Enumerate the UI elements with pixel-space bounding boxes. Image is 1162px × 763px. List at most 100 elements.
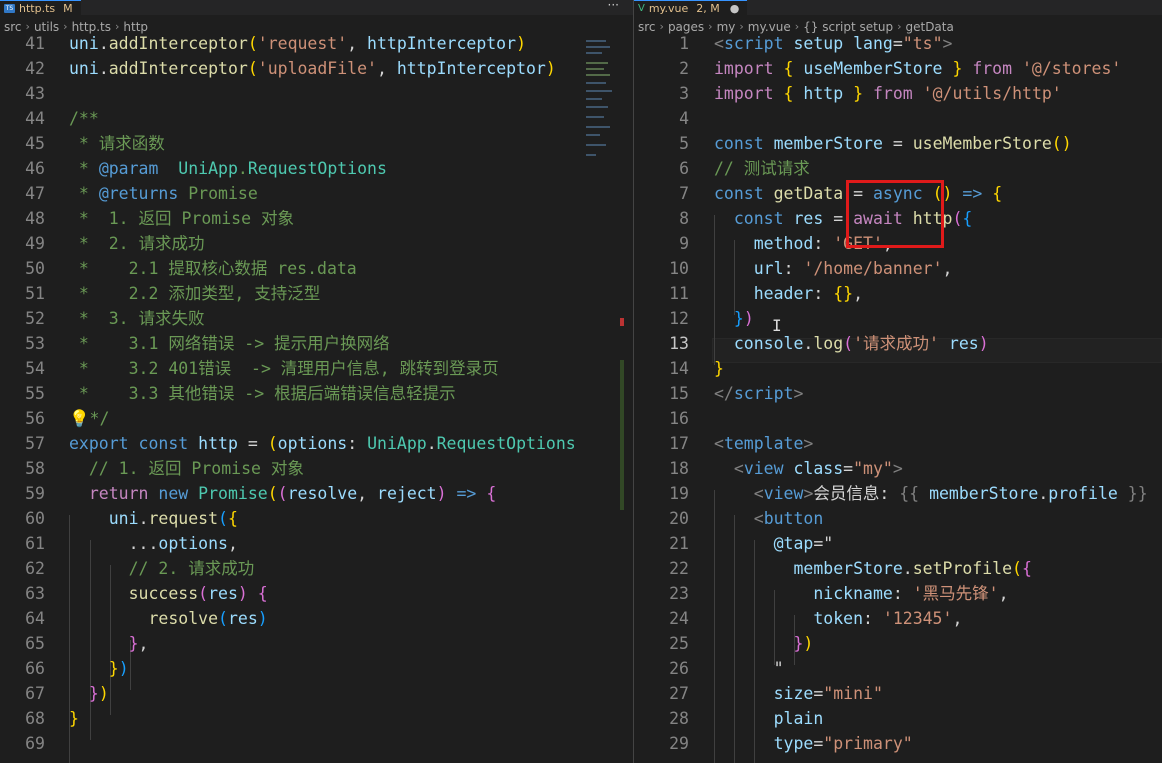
code-token: ): [978, 334, 989, 353]
code-line[interactable]: 13 console.log('请求成功' res): [634, 331, 1162, 356]
code-line[interactable]: 53 * 3.1 网络错误 -> 提示用户换网络: [0, 331, 633, 356]
code-line[interactable]: 51 * 2.2 添加类型, 支持泛型: [0, 281, 633, 306]
code-token: uni: [69, 34, 99, 53]
code-token: const: [714, 134, 764, 153]
lightbulb-icon[interactable]: 💡: [69, 409, 90, 428]
code-line[interactable]: 52 * 3. 请求失败: [0, 306, 633, 331]
code-line[interactable]: 14}: [634, 356, 1162, 381]
more-actions-icon[interactable]: ···: [608, 0, 619, 12]
code-line[interactable]: 56 💡*/: [0, 406, 633, 431]
code-line[interactable]: 64 resolve(res): [0, 606, 633, 631]
code-line[interactable]: 63 success(res) {: [0, 581, 633, 606]
code-line[interactable]: 28 plain: [634, 706, 1162, 731]
code-text: // 1. 返回 Promise 对象: [69, 456, 304, 481]
code-line[interactable]: 68}: [0, 706, 633, 731]
code-text: url: '/home/banner',: [714, 256, 953, 281]
code-token: UniApp: [367, 434, 427, 453]
line-number: 42: [25, 59, 45, 78]
code-token: memberStore: [793, 559, 903, 578]
code-line[interactable]: 42 uni.addInterceptor('uploadFile', httpI…: [0, 56, 633, 81]
code-line[interactable]: 4: [634, 106, 1162, 131]
code-token: request: [148, 509, 219, 528]
code-token: * 3.1 网络错误 -> 提示用户换网络: [69, 334, 390, 353]
code-token: .: [803, 334, 814, 353]
code-line[interactable]: 60 uni.request({: [0, 506, 633, 531]
code-line[interactable]: 67 }): [0, 681, 633, 706]
code-line[interactable]: 62 // 2. 请求成功: [0, 556, 633, 581]
code-line[interactable]: 47 * @returns Promise: [0, 181, 633, 206]
code-line[interactable]: 10 url: '/home/banner',: [634, 256, 1162, 281]
code-line[interactable]: 69: [0, 731, 633, 756]
code-token: {: [962, 209, 973, 228]
code-line[interactable]: 5 const memberStore = useMemberStore(): [634, 131, 1162, 156]
code-line[interactable]: 66 }): [0, 656, 633, 681]
tab-my-vue[interactable]: V my.vue 2, M ●: [634, 0, 748, 15]
code-line[interactable]: 58 // 1. 返回 Promise 对象: [0, 456, 633, 481]
code-line[interactable]: 21 @tap=": [634, 531, 1162, 556]
code-line[interactable]: 25 }): [634, 631, 1162, 656]
code-line[interactable]: 65 },: [0, 631, 633, 656]
code-token: import: [714, 84, 774, 103]
code-line[interactable]: 23 nickname: '黑马先锋',: [634, 581, 1162, 606]
vertical-scrollbar[interactable]: [620, 360, 624, 510]
code-token: view: [743, 459, 784, 478]
code-line[interactable]: 26 ": [634, 656, 1162, 681]
code-line[interactable]: 16: [634, 406, 1162, 431]
code-text: const memberStore = useMemberStore(): [714, 131, 1072, 156]
code-token: uni: [108, 509, 139, 528]
code-token: ): [743, 309, 754, 328]
code-line[interactable]: 15 </script>: [634, 381, 1162, 406]
code-line[interactable]: 54 * 3.2 401错误 -> 清理用户信息, 跳转到登录页: [0, 356, 633, 381]
code-line[interactable]: 19 <view>会员信息: {{ memberStore.profile }}: [634, 481, 1162, 506]
code-token: res: [793, 209, 824, 228]
code-line[interactable]: 50 * 2.1 提取核心数据 res.data: [0, 256, 633, 281]
code-token: resolve: [287, 484, 358, 503]
unsaved-dot-icon[interactable]: ●: [730, 2, 740, 15]
code-token: .: [138, 509, 149, 528]
code-token: ": [714, 659, 784, 678]
code-line[interactable]: 17 <template>: [634, 431, 1162, 456]
code-token: options: [158, 534, 228, 553]
code-line[interactable]: 45 * 请求函数: [0, 131, 633, 156]
code-line[interactable]: 18 <view class="my">: [634, 456, 1162, 481]
code-line[interactable]: 41 uni.addInterceptor('request', httpInte…: [0, 31, 633, 56]
code-line[interactable]: 1 <script setup lang="ts">: [634, 31, 1162, 56]
tab-http-ts[interactable]: TS http.ts M: [0, 0, 81, 15]
code-line[interactable]: 3 import { http } from '@/utils/http': [634, 81, 1162, 106]
code-line[interactable]: 29 type="primary": [634, 731, 1162, 756]
code-editor[interactable]: 41 uni.addInterceptor('request', httpInte…: [0, 34, 633, 763]
code-line[interactable]: 2 import { useMemberStore } from '@/store…: [634, 56, 1162, 81]
code-line[interactable]: 11 header: {},: [634, 281, 1162, 306]
code-editor[interactable]: I 1 <script setup lang="ts"> 2 import { use…: [634, 34, 1162, 763]
code-line[interactable]: 55 * 3.3 其他错误 -> 根据后端错误信息轻提示: [0, 381, 633, 406]
code-token: const: [733, 209, 784, 228]
code-line[interactable]: 48 * 1. 返回 Promise 对象: [0, 206, 633, 231]
code-line[interactable]: 44 /**: [0, 106, 633, 131]
code-line[interactable]: 6 // 测试请求: [634, 156, 1162, 181]
code-line[interactable]: 24 token: '12345',: [634, 606, 1162, 631]
minimap[interactable]: [586, 38, 616, 168]
line-number: 8: [679, 209, 689, 228]
code-line[interactable]: 43: [0, 81, 633, 106]
code-line[interactable]: 59 return new Promise((resolve, reject) …: [0, 481, 633, 506]
code-line[interactable]: 49 * 2. 请求成功: [0, 231, 633, 256]
code-token: =: [813, 684, 824, 703]
code-line[interactable]: 57 export const http = (options: UniApp.R…: [0, 431, 633, 456]
code-line[interactable]: 46 * @param UniApp.RequestOptions: [0, 156, 633, 181]
code-token: {: [1021, 559, 1032, 578]
code-line[interactable]: 22 memberStore.setProfile({: [634, 556, 1162, 581]
code-text: @tap=": [714, 531, 834, 556]
code-text: * 请求函数: [69, 131, 165, 156]
code-line[interactable]: 27 size="mini": [634, 681, 1162, 706]
code-line[interactable]: 12 }): [634, 306, 1162, 331]
code-line[interactable]: 61 ...options,: [0, 531, 633, 556]
code-line[interactable]: 20 <button: [634, 506, 1162, 531]
